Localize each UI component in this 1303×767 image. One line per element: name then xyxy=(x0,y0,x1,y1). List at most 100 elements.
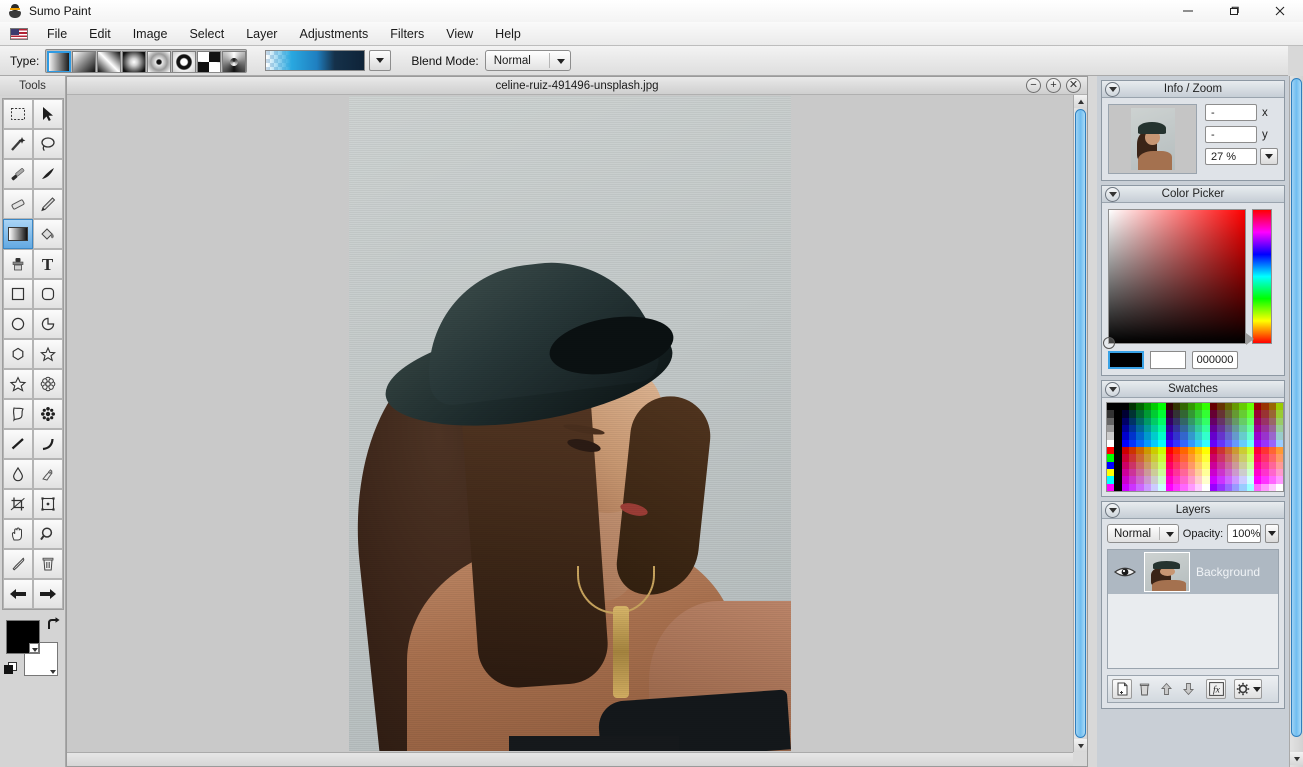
swatch-cell[interactable] xyxy=(1210,432,1217,439)
swatch-cell[interactable] xyxy=(1254,447,1261,454)
swatch-cell[interactable] xyxy=(1202,418,1209,425)
swatch-cell[interactable] xyxy=(1166,425,1173,432)
swatch-cell[interactable] xyxy=(1136,440,1143,447)
blur-drop-tool[interactable] xyxy=(3,459,33,489)
swatch-cell[interactable] xyxy=(1107,447,1114,454)
radial-gradient-type[interactable] xyxy=(122,51,146,73)
swatch-cell[interactable] xyxy=(1254,410,1261,417)
undo-arrow-tool[interactable] xyxy=(3,579,33,609)
gradient-tool[interactable] xyxy=(3,219,33,249)
swatch-cell[interactable] xyxy=(1180,403,1187,410)
swatch-cell[interactable] xyxy=(1158,454,1165,461)
swatch-cell[interactable] xyxy=(1136,403,1143,410)
swatch-cell[interactable] xyxy=(1158,418,1165,425)
swatch-cell[interactable] xyxy=(1188,484,1195,491)
swatch-cell[interactable] xyxy=(1195,418,1202,425)
scroll-up-icon[interactable] xyxy=(1074,95,1087,108)
menu-view[interactable]: View xyxy=(435,24,484,44)
saturation-value-field[interactable] xyxy=(1108,209,1246,344)
swatch-cell[interactable] xyxy=(1166,484,1173,491)
secondary-color-swatch[interactable] xyxy=(1150,351,1186,369)
swatch-cell[interactable] xyxy=(1188,440,1195,447)
swatch-cell[interactable] xyxy=(1225,432,1232,439)
swatch-cell[interactable] xyxy=(1210,469,1217,476)
swatch-cell[interactable] xyxy=(1202,425,1209,432)
swatch-cell[interactable] xyxy=(1173,454,1180,461)
swatch-cell[interactable] xyxy=(1202,469,1209,476)
swatch-cell[interactable] xyxy=(1151,469,1158,476)
swatch-cell[interactable] xyxy=(1107,476,1114,483)
swatch-cell[interactable] xyxy=(1269,403,1276,410)
swatch-cell[interactable] xyxy=(1269,462,1276,469)
swatch-cell[interactable] xyxy=(1180,462,1187,469)
swatch-cell[interactable] xyxy=(1122,432,1129,439)
swatch-cell[interactable] xyxy=(1114,410,1121,417)
smudge-tool[interactable] xyxy=(33,459,63,489)
swatch-cell[interactable] xyxy=(1261,469,1268,476)
panel-vertical-scrollbar[interactable] xyxy=(1289,76,1303,767)
swatch-cell[interactable] xyxy=(1254,484,1261,491)
canvas-viewport[interactable] xyxy=(67,95,1073,752)
swatch-cell[interactable] xyxy=(1239,454,1246,461)
swatch-cell[interactable] xyxy=(1217,447,1224,454)
swatch-cell[interactable] xyxy=(1122,403,1129,410)
swatch-cell[interactable] xyxy=(1210,454,1217,461)
swatch-cell[interactable] xyxy=(1122,462,1129,469)
swatch-cell[interactable] xyxy=(1180,440,1187,447)
swatch-cell[interactable] xyxy=(1144,403,1151,410)
swatch-cell[interactable] xyxy=(1166,469,1173,476)
swatch-cell[interactable] xyxy=(1269,440,1276,447)
swatch-cell[interactable] xyxy=(1217,425,1224,432)
swatch-cell[interactable] xyxy=(1136,484,1143,491)
canvas-vertical-scrollbar[interactable] xyxy=(1073,95,1087,752)
rectangular-marquee-tool[interactable] xyxy=(3,99,33,129)
brush-tool[interactable] xyxy=(3,159,33,189)
eyedropper-tool[interactable] xyxy=(3,549,33,579)
swatch-grid[interactable] xyxy=(1106,402,1284,492)
new-page-icon[interactable] xyxy=(1112,679,1132,699)
swatch-cell[interactable] xyxy=(1122,469,1129,476)
ellipse-shape-tool[interactable] xyxy=(3,309,33,339)
swatch-cell[interactable] xyxy=(1210,484,1217,491)
swatch-cell[interactable] xyxy=(1239,484,1246,491)
collapse-icon[interactable] xyxy=(1105,503,1120,518)
document-title-bar[interactable]: celine-ruiz-491496-unsplash.jpg − + ✕ xyxy=(67,77,1087,95)
swatch-cell[interactable] xyxy=(1225,462,1232,469)
swatch-cell[interactable] xyxy=(1232,469,1239,476)
close-button[interactable] xyxy=(1257,0,1303,22)
swatch-cell[interactable] xyxy=(1151,403,1158,410)
swatch-cell[interactable] xyxy=(1144,476,1151,483)
swatch-cell[interactable] xyxy=(1188,432,1195,439)
swatch-cell[interactable] xyxy=(1225,418,1232,425)
swatch-cell[interactable] xyxy=(1158,440,1165,447)
swatch-cell[interactable] xyxy=(1232,454,1239,461)
gear-icon[interactable] xyxy=(1234,679,1262,699)
blob-shape-tool[interactable] xyxy=(3,399,33,429)
curve-tool[interactable] xyxy=(33,429,63,459)
swatch-cell[interactable] xyxy=(1122,447,1129,454)
swap-colors-icon[interactable] xyxy=(46,616,62,632)
polygon-shape-tool[interactable] xyxy=(3,339,33,369)
swatch-cell[interactable] xyxy=(1129,440,1136,447)
zoom-level-dropdown[interactable] xyxy=(1260,148,1278,165)
swatch-cell[interactable] xyxy=(1166,403,1173,410)
swatch-cell[interactable] xyxy=(1144,425,1151,432)
swatch-cell[interactable] xyxy=(1195,440,1202,447)
swatch-cell[interactable] xyxy=(1254,403,1261,410)
swatch-cell[interactable] xyxy=(1136,462,1143,469)
swatch-cell[interactable] xyxy=(1188,469,1195,476)
swatch-cell[interactable] xyxy=(1107,410,1114,417)
swatch-cell[interactable] xyxy=(1239,440,1246,447)
swatch-cell[interactable] xyxy=(1173,462,1180,469)
swatch-cell[interactable] xyxy=(1114,432,1121,439)
canvas-vscroll-thumb[interactable] xyxy=(1075,109,1086,738)
star-shape-tool[interactable] xyxy=(33,339,63,369)
swatch-cell[interactable] xyxy=(1232,462,1239,469)
swatch-cell[interactable] xyxy=(1136,454,1143,461)
angle-gradient-type[interactable] xyxy=(197,51,221,73)
swatch-cell[interactable] xyxy=(1225,425,1232,432)
swatch-cell[interactable] xyxy=(1151,418,1158,425)
swatch-cell[interactable] xyxy=(1107,484,1114,491)
diagonal-gradient-type[interactable] xyxy=(72,51,96,73)
swatch-cell[interactable] xyxy=(1173,447,1180,454)
